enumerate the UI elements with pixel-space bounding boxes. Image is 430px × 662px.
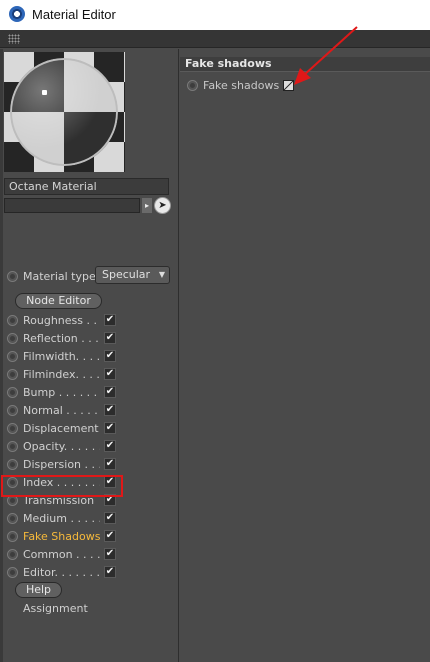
check-icon[interactable]: ✔: [104, 512, 116, 524]
menu-bar: [0, 30, 430, 48]
panel-edge: [0, 49, 3, 662]
check-icon[interactable]: ✔: [104, 404, 116, 416]
attributes-panel: Fake shadows Fake shadows: [180, 49, 430, 662]
chevron-down-icon: ▼: [158, 270, 165, 279]
material-type-select[interactable]: Specular ▼: [95, 266, 170, 284]
channel-row-medium[interactable]: Medium . . . . . ✔: [0, 509, 178, 527]
channel-radio[interactable]: [7, 440, 18, 452]
check-icon[interactable]: ✔: [104, 566, 116, 578]
channel-row-fake-shadows[interactable]: Fake Shadows ✔: [0, 527, 178, 545]
assignment-label[interactable]: Assignment: [23, 602, 88, 615]
channel-label: Fake Shadows: [23, 529, 100, 543]
material-type-label: Material type: [23, 269, 96, 283]
channel-row-roughness[interactable]: Roughness . . . ✔: [0, 311, 178, 329]
preview-sphere: [10, 58, 118, 166]
channel-radio[interactable]: [7, 368, 18, 380]
check-icon[interactable]: ✔: [104, 548, 116, 560]
channel-row-dispersion[interactable]: Dispersion . . . ✔: [0, 455, 178, 473]
check-icon[interactable]: ✔: [104, 422, 116, 434]
channel-radio[interactable]: [7, 566, 18, 578]
channel-label: Filmwidth. . . .: [23, 349, 100, 363]
channel-radio[interactable]: [7, 530, 18, 542]
channel-label: Reflection . . .: [23, 331, 99, 345]
window-title: Material Editor: [32, 7, 116, 22]
channel-radio[interactable]: [7, 512, 18, 524]
channel-radio[interactable]: [7, 548, 18, 560]
expand-arrow-icon[interactable]: ▸: [142, 198, 152, 213]
title-bar: Material Editor: [0, 0, 430, 30]
link-field[interactable]: [4, 198, 140, 213]
channel-row-bump[interactable]: Bump . . . . . . . ✔: [0, 383, 178, 401]
channel-label: Displacement: [23, 421, 99, 435]
check-icon[interactable]: ✔: [104, 530, 116, 542]
channel-radio[interactable]: [7, 404, 18, 416]
pick-cursor-icon[interactable]: ➤: [154, 197, 171, 214]
channel-label: Normal . . . . . .: [23, 403, 100, 417]
annotation-arrow-icon: [294, 26, 358, 85]
channel-row-opacity[interactable]: Opacity. . . . . . ✔: [0, 437, 178, 455]
channel-label: Common . . . .: [23, 547, 100, 561]
channel-label: Opacity. . . . . .: [23, 439, 100, 453]
channel-label: Bump . . . . . . .: [23, 385, 100, 399]
channel-row-common[interactable]: Common . . . . ✔: [0, 545, 178, 563]
animation-radio[interactable]: [7, 270, 18, 282]
check-icon[interactable]: ✔: [104, 314, 116, 326]
check-icon[interactable]: ✔: [104, 386, 116, 398]
cinema4d-icon: [9, 6, 25, 22]
channel-radio[interactable]: [7, 332, 18, 344]
channel-label: Roughness . . .: [23, 313, 100, 327]
channel-row-displacement[interactable]: Displacement ✔: [0, 419, 178, 437]
fake-shadows-label: Fake shadows: [203, 78, 280, 92]
material-name-field[interactable]: Octane Material: [4, 178, 169, 195]
material-channel-panel: Octane Material ▸ ➤ Material type Specul…: [0, 49, 179, 662]
check-icon[interactable]: ✔: [104, 350, 116, 362]
channel-radio[interactable]: [7, 350, 18, 362]
channel-radio[interactable]: [7, 314, 18, 326]
check-icon[interactable]: ✔: [104, 368, 116, 380]
channel-radio[interactable]: [7, 386, 18, 398]
channel-label: Filmindex. . . .: [23, 367, 100, 381]
check-icon[interactable]: ✔: [104, 458, 116, 470]
channel-list: Roughness . . . ✔ Reflection . . . ✔ Filmw…: [0, 311, 178, 581]
channel-row-filmwidth[interactable]: Filmwidth. . . . ✔: [0, 347, 178, 365]
help-button[interactable]: Help: [15, 582, 62, 598]
channel-radio[interactable]: [7, 422, 18, 434]
channel-row-editor[interactable]: Editor. . . . . . . ✔: [0, 563, 178, 581]
grip-icon[interactable]: [8, 34, 20, 44]
check-icon[interactable]: ✔: [104, 440, 116, 452]
param-radio[interactable]: [187, 79, 198, 91]
channel-row-reflection[interactable]: Reflection . . . ✔: [0, 329, 178, 347]
material-preview[interactable]: [4, 52, 125, 172]
check-icon[interactable]: ✔: [104, 332, 116, 344]
channel-label: Editor. . . . . . .: [23, 565, 100, 579]
fake-shadows-param-row: Fake shadows: [187, 78, 295, 92]
annotation-highlight-box: [1, 475, 123, 497]
material-type-row: Material type: [7, 267, 96, 285]
channel-row-filmindex[interactable]: Filmindex. . . . ✔: [0, 365, 178, 383]
material-type-value: Specular: [102, 268, 151, 281]
specular-highlight: [42, 90, 47, 95]
channel-row-normal[interactable]: Normal . . . . . . ✔: [0, 401, 178, 419]
channel-radio[interactable]: [7, 458, 18, 470]
channel-label: Medium . . . . .: [23, 511, 100, 525]
channel-label: Dispersion . . .: [23, 457, 100, 471]
node-editor-button[interactable]: Node Editor: [15, 293, 102, 309]
